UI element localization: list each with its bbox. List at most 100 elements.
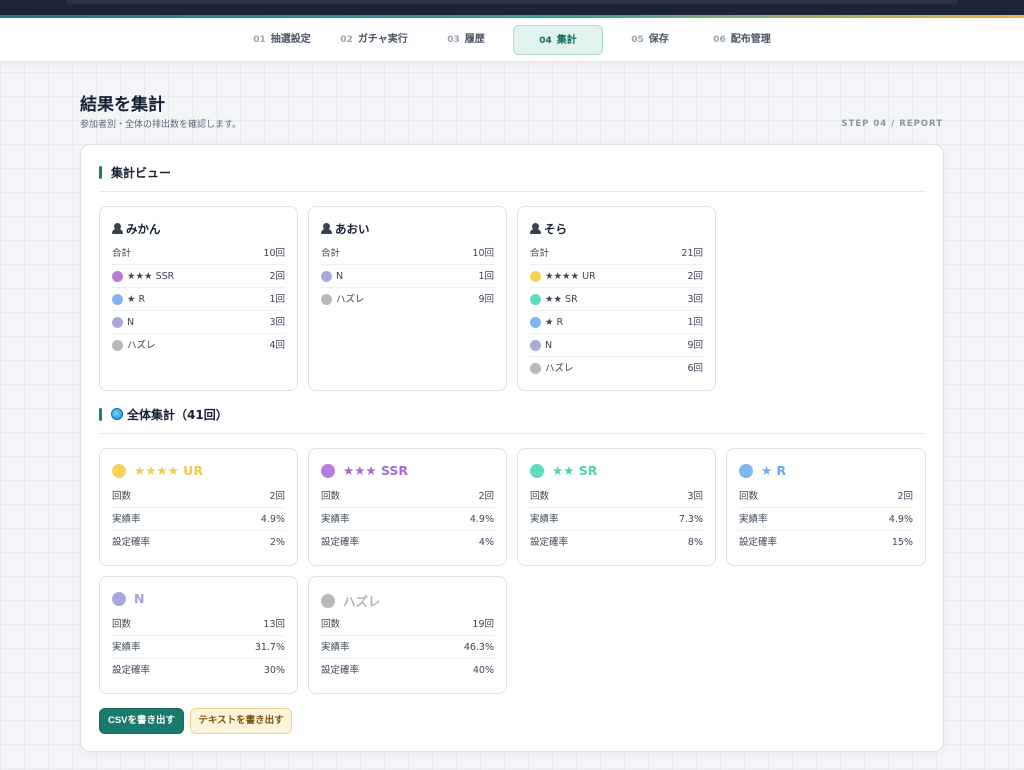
rarity-count: 2回: [269, 270, 285, 282]
step-tab-03[interactable]: 03 履歴: [440, 25, 492, 55]
rarity-card-hazure: ハズレ 回数 19回 実績率 46.3% 設定確率 40%: [308, 576, 507, 694]
rarity-actual-rate-row: 実績率 4.9%: [739, 508, 913, 531]
rarity-set-rate-row: 設定確率 4%: [321, 531, 494, 554]
actual-rate-label: 実績率: [112, 513, 141, 525]
rarity-card-r: ★ R 回数 2回 実績率 4.9% 設定確率 15%: [726, 448, 926, 566]
rarity-name: ハズレ: [343, 594, 381, 609]
report-panel: 集計ビュー みかん 合計 10回 ★★★ SSR 2回 ★ R 1回 N 3回 ハズレ 4…: [80, 144, 944, 752]
rarity-card-sr: ★★ SR 回数 3回 実績率 7.3% 設定確率 8%: [517, 448, 716, 566]
total-label: 合計: [112, 247, 132, 259]
actual-rate-label: 実績率: [321, 513, 350, 525]
rarity-count-row: 回数 2回: [739, 485, 913, 508]
rarity-count: 4回: [269, 340, 285, 351]
rarity-dot: [321, 270, 332, 282]
rarity-count: 2回: [687, 270, 703, 282]
rarity-actual-rate-row: 実績率 31.7%: [112, 636, 285, 659]
participant-card-sora: そら 合計 21回 ★★★★ UR 2回 ★★ SR 3回 ★ R 1回 N 9回 ハズレ…: [517, 206, 716, 391]
rarity-dot: [112, 463, 126, 478]
step-tab-02[interactable]: 02 ガチャ実行: [333, 25, 415, 55]
globe-icon: [111, 408, 123, 420]
count-value: 2回: [478, 490, 494, 502]
rarity-name: ★ R: [761, 463, 787, 478]
step-tab-01[interactable]: 01 抽選設定: [246, 25, 318, 55]
participant-card-aoi: あおい 合計 10回 N 1回 ハズレ 9回: [308, 206, 507, 391]
count-value: 13回: [263, 618, 285, 630]
participant-item-row: ★ R 1回: [112, 288, 285, 311]
actual-rate-value: 7.3%: [678, 513, 703, 525]
rarity-count: 1回: [478, 270, 494, 282]
count-value: 2回: [269, 490, 285, 502]
step-tab-06[interactable]: 06 配布管理: [706, 25, 778, 55]
set-rate-value: 4%: [478, 537, 494, 548]
rarity-label: ★★ SR: [545, 293, 578, 305]
rarity-label: ★ R: [127, 293, 146, 305]
count-label: 回数: [112, 618, 132, 630]
rarity-title: ★★★ SSR: [321, 463, 408, 478]
count-label: 回数: [739, 490, 759, 502]
rarity-dot: [112, 293, 123, 305]
step-tag: STEP 04 / REPORT: [841, 119, 943, 129]
rarity-dot: [112, 591, 126, 606]
section-divider: [99, 433, 926, 434]
step-number: 02: [340, 35, 353, 45]
participant-item-row: N 1回: [321, 265, 494, 288]
rarity-label: ハズレ: [545, 363, 574, 374]
rarity-count: 3回: [269, 316, 285, 328]
participant-item-row: ハズレ 6回: [530, 357, 703, 380]
rarity-label: ★★★★ UR: [545, 270, 596, 282]
rarity-dot: [530, 463, 544, 478]
rarity-name: ★★ SR: [552, 463, 598, 478]
rarity-label: ハズレ: [127, 340, 156, 351]
top-bar-inner: [66, 0, 958, 4]
step-label: 保存: [648, 34, 669, 45]
rarity-dot: [321, 294, 332, 305]
set-rate-value: 2%: [269, 537, 285, 548]
rarity-count: 9回: [478, 294, 494, 305]
actual-rate-label: 実績率: [112, 641, 141, 653]
participant-card-mikan: みかん 合計 10回 ★★★ SSR 2回 ★ R 1回 N 3回 ハズレ 4回: [99, 206, 298, 391]
step-number: 04: [539, 36, 552, 46]
rarity-count: 9回: [687, 339, 703, 351]
set-rate-value: 8%: [687, 537, 703, 548]
section-heading-text: 集計ビュー: [111, 166, 172, 180]
step-number: 05: [631, 35, 644, 45]
count-label: 回数: [321, 490, 341, 502]
actual-rate-value: 4.9%: [888, 513, 913, 525]
rarity-count-row: 回数 3回: [530, 485, 703, 508]
person-icon: [112, 223, 123, 234]
step-label: 抽選設定: [270, 34, 311, 45]
person-icon: [530, 223, 541, 234]
rarity-actual-rate-row: 実績率 4.9%: [321, 508, 494, 531]
step-number: 01: [253, 35, 266, 45]
export-text-button[interactable]: テキストを書き出す: [190, 708, 292, 734]
total-label: 合計: [530, 247, 550, 259]
section-heading-text: 全体集計（41回）: [127, 408, 228, 422]
rarity-count-row: 回数 2回: [321, 485, 494, 508]
count-value: 3回: [687, 490, 703, 502]
rarity-actual-rate-row: 実績率 7.3%: [530, 508, 703, 531]
step-tab-05[interactable]: 05 保存: [624, 25, 676, 55]
participant-item-row: ★★★★ UR 2回: [530, 265, 703, 288]
actual-rate-label: 実績率: [739, 513, 768, 525]
participant-item-row: ★★★ SSR 2回: [112, 265, 285, 288]
participant-name-text: みかん: [126, 222, 161, 236]
rarity-name: ★★★★ UR: [134, 463, 203, 478]
rarity-label: N: [545, 339, 553, 351]
rarity-card-ur: ★★★★ UR 回数 2回 実績率 4.9% 設定確率 2%: [99, 448, 298, 566]
step-label: 配布管理: [730, 34, 771, 45]
section-divider: [99, 191, 926, 192]
top-bar: [0, 0, 1024, 18]
step-label: ガチャ実行: [357, 34, 408, 45]
rarity-actual-rate-row: 実績率 4.9%: [112, 508, 285, 531]
count-value: 2回: [897, 490, 913, 502]
set-rate-label: 設定確率: [321, 537, 360, 548]
rarity-set-rate-row: 設定確率 2%: [112, 531, 285, 554]
step-tab-04[interactable]: 04 集計: [513, 25, 603, 55]
rarity-set-rate-row: 設定確率 40%: [321, 659, 494, 682]
rarity-title: ★★★★ UR: [112, 463, 203, 478]
person-icon: [321, 223, 332, 234]
export-csv-button[interactable]: CSVを書き出す: [99, 708, 184, 734]
actual-rate-value: 31.7%: [254, 641, 285, 653]
section-heading-summary: 集計ビュー: [99, 165, 171, 181]
step-label: 履歴: [464, 34, 485, 45]
